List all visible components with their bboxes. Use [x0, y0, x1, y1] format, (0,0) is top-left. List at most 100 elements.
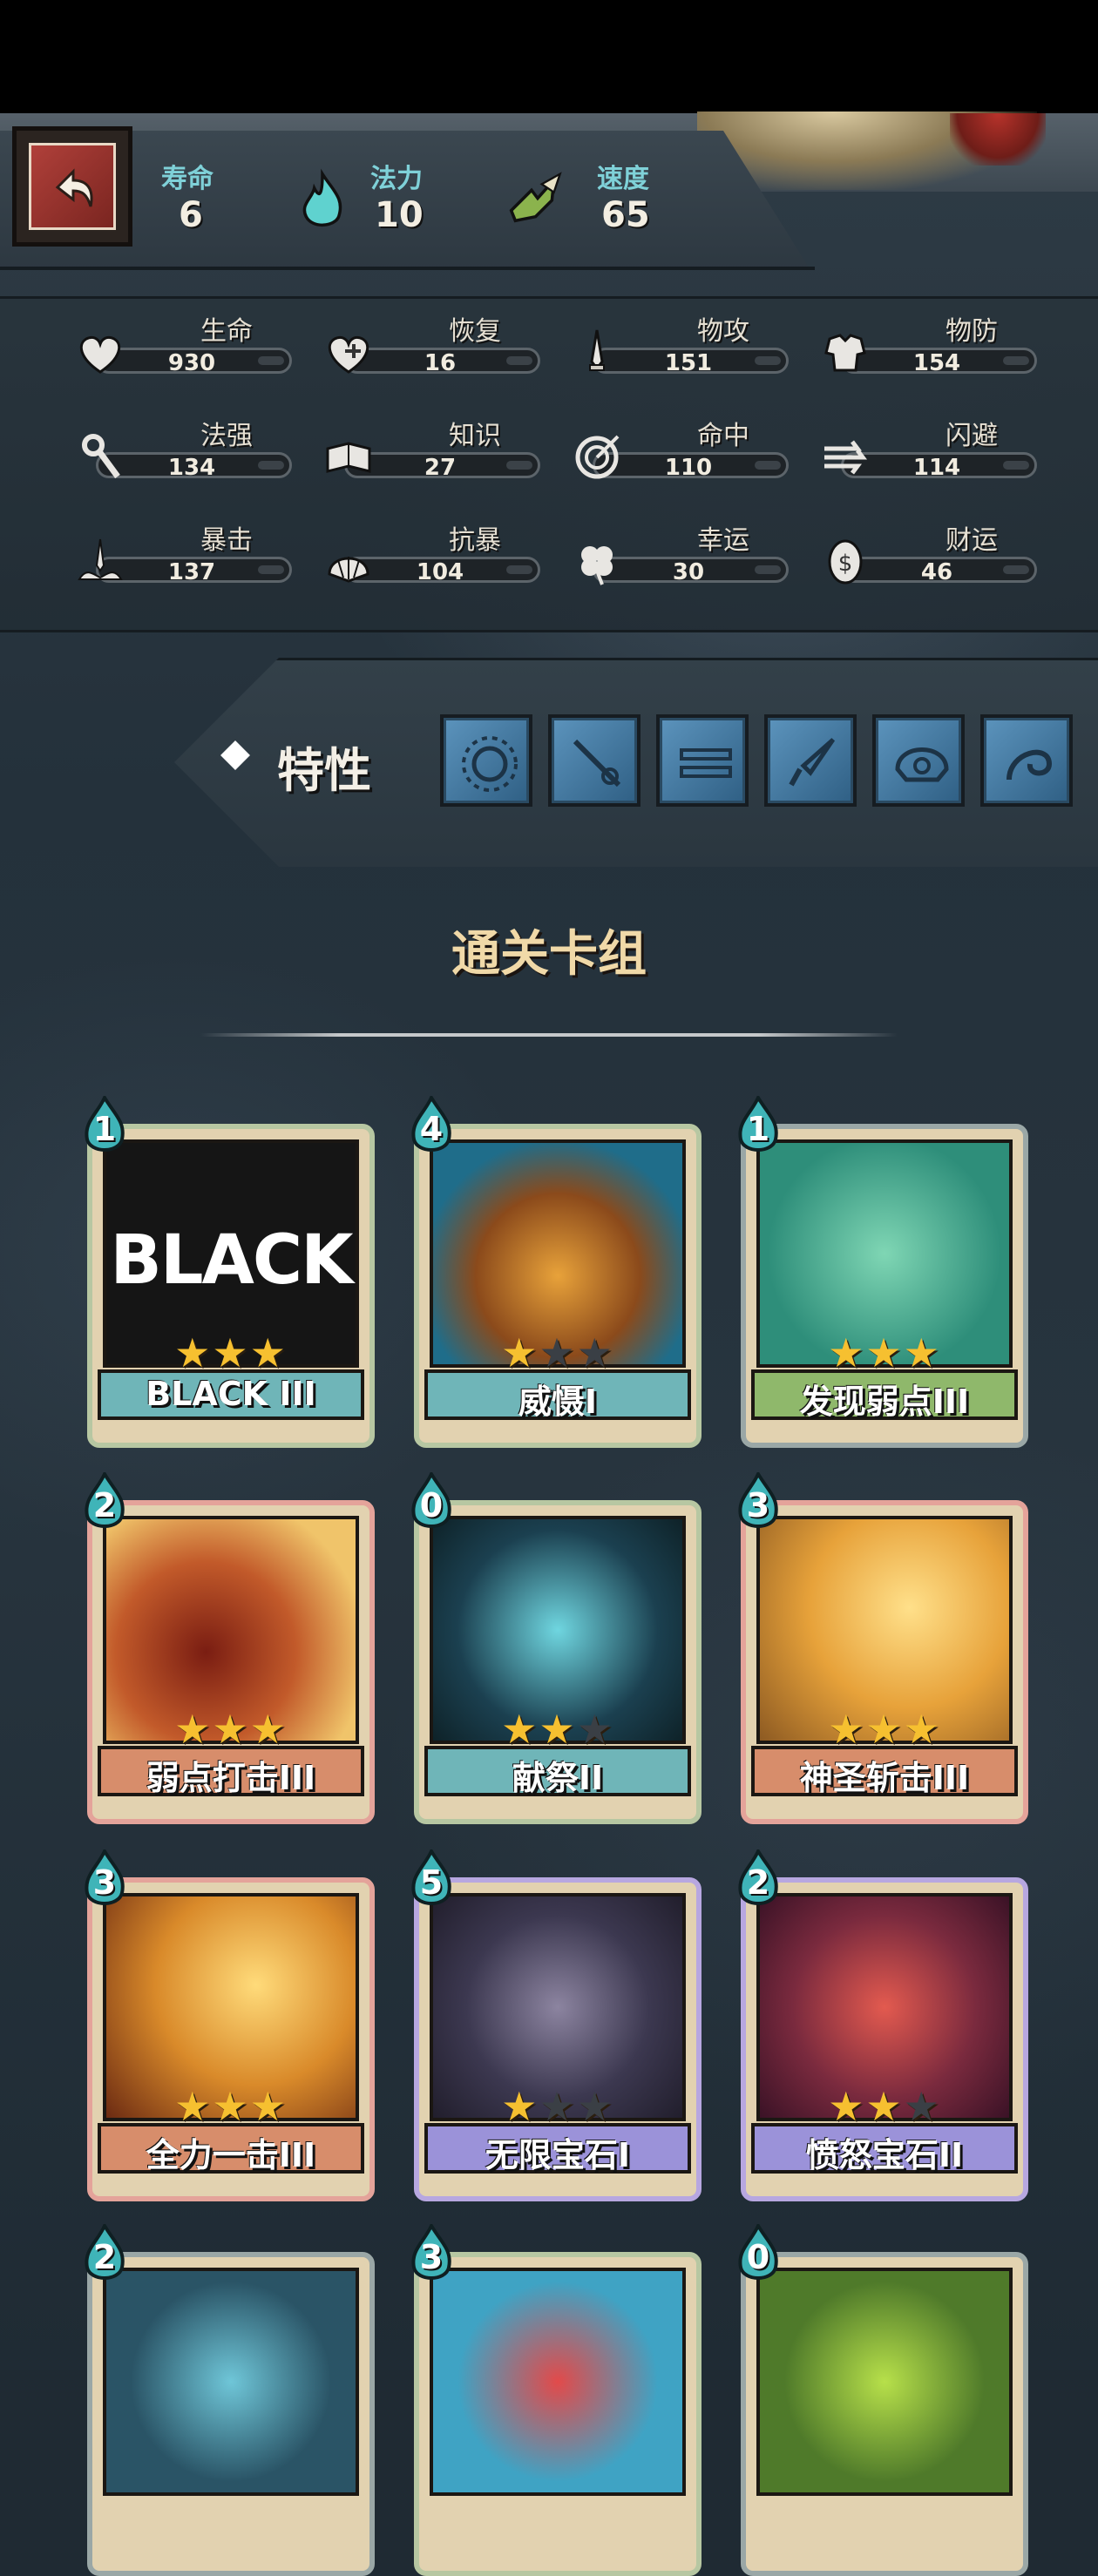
card-name: BLACK III — [146, 1375, 316, 1413]
star-filled-icon: ★ — [212, 1329, 250, 1376]
deck-card[interactable]: 发现弱点III ★★★ 1 — [738, 1093, 1028, 1448]
star-empty-icon: ★ — [576, 2083, 614, 2130]
stat-value: 46 — [920, 559, 953, 585]
star-filled-icon: ★ — [501, 2083, 539, 2130]
swirl-trait-icon — [1006, 749, 1053, 781]
stat-icon-wrap — [318, 431, 388, 483]
deck-title: 通关卡组 — [451, 926, 647, 983]
resource-label: 法力 — [370, 164, 423, 194]
mana-cost: 3 — [419, 2238, 444, 2276]
stat-heal-heart: 恢复 16 — [318, 309, 545, 379]
resource-value: 65 — [601, 195, 650, 235]
stat-value: 137 — [167, 559, 216, 585]
heart-icon — [79, 335, 121, 374]
clover-icon — [581, 546, 613, 585]
deck-card[interactable]: 2 — [85, 2221, 375, 2576]
stat-icon-wrap — [566, 431, 636, 483]
helmet-trait-icon — [895, 747, 949, 782]
star-filled-icon: ★ — [501, 1706, 539, 1753]
card-stars: ★★★ — [87, 2083, 375, 2130]
traits-label: 特性 — [277, 743, 371, 798]
deck-card[interactable]: 献祭II ★★★ 0 — [411, 1470, 702, 1824]
stat-icon-wrap — [70, 327, 139, 379]
black-logo: BLACK — [110, 1221, 353, 1300]
resource-value: 6 — [179, 195, 203, 235]
stat-book: 知识 27 — [318, 414, 545, 483]
stat-label: 幸运 — [697, 525, 749, 556]
resource-2: 速度 65 — [501, 157, 675, 244]
mana-flame-wrap — [292, 166, 353, 235]
winged-boot-wrap — [501, 166, 562, 235]
stat-value: 151 — [664, 350, 713, 376]
stat-label: 法强 — [200, 421, 253, 451]
card-name: 神圣斩击III — [799, 1759, 970, 1797]
star-filled-icon: ★ — [249, 1706, 288, 1753]
mana-cost: 3 — [746, 1486, 770, 1525]
deck-card[interactable]: 弱点打击III ★★★ 2 — [85, 1470, 375, 1824]
stat-heart: 生命 930 — [70, 309, 296, 379]
deck-divider — [200, 1033, 898, 1037]
mana-cost: 4 — [419, 1110, 444, 1148]
star-filled-icon: ★ — [249, 1329, 288, 1376]
deck-card[interactable]: 神圣斩击III ★★★ 3 — [738, 1470, 1028, 1824]
stat-staff: 法强 134 — [70, 414, 296, 483]
stat-label: 知识 — [449, 421, 501, 451]
stat-icon-wrap — [318, 327, 388, 379]
stat-value: 154 — [912, 350, 961, 376]
mana-flame-icon — [302, 168, 342, 227]
stat-icon-wrap — [318, 536, 388, 588]
book-icon — [326, 442, 371, 473]
mana-cost: 2 — [92, 1486, 117, 1525]
deck-card[interactable]: 全力一击III ★★★ 3 — [85, 1847, 375, 2201]
card-stars: ★★★ — [87, 1706, 375, 1753]
star-filled-icon: ★ — [828, 2083, 866, 2130]
trait-slot[interactable] — [980, 714, 1073, 807]
stat-target: 命中 110 — [566, 414, 793, 483]
card-art — [430, 2268, 686, 2496]
wand-trait-icon — [573, 739, 621, 788]
mana-cost: 3 — [92, 1863, 117, 1902]
mana-cost: 0 — [746, 2238, 770, 2276]
trait-slot[interactable] — [872, 714, 965, 807]
back-button-face — [29, 143, 116, 230]
stat-icon-wrap — [70, 536, 139, 588]
stat-label: 财运 — [946, 525, 998, 556]
sun-trait-icon — [462, 736, 518, 792]
trait-slot[interactable] — [440, 714, 532, 807]
deck-card[interactable]: 3 — [411, 2221, 702, 2576]
card-art — [756, 2268, 1013, 2496]
star-filled-icon: ★ — [174, 1329, 213, 1376]
svg-text:$: $ — [838, 551, 853, 577]
back-button[interactable] — [12, 126, 132, 247]
deck-card[interactable]: 愤怒宝石II ★★★ 2 — [738, 1847, 1028, 2201]
dagger-trait-icon — [789, 738, 836, 787]
stat-label: 抗暴 — [449, 525, 501, 556]
target-icon — [575, 435, 620, 479]
stat-label: 物攻 — [697, 316, 749, 347]
staff-icon — [82, 434, 120, 479]
star-filled-icon: ★ — [865, 2083, 904, 2130]
deck-card[interactable]: 威慑I ★★★ 4 — [411, 1093, 702, 1448]
resource-label: 寿命 — [161, 164, 214, 194]
card-name: 愤怒宝石II — [805, 2136, 964, 2174]
stat-sword: 物攻 151 — [566, 309, 793, 379]
stat-clover: 幸运 30 — [566, 518, 793, 588]
deck-card[interactable]: 无限宝石I ★★★ 5 — [411, 1847, 702, 2201]
sword-icon — [589, 329, 605, 371]
deck-card[interactable]: 0 — [738, 2221, 1028, 2576]
star-empty-icon: ★ — [576, 1706, 614, 1753]
winged-boot-icon — [509, 172, 562, 223]
mana-cost: 5 — [419, 1863, 444, 1902]
trait-slot[interactable] — [764, 714, 857, 807]
stat-icon-wrap — [566, 327, 636, 379]
deck-card[interactable]: BLACK BLACK III ★★★ 1 — [85, 1093, 375, 1448]
trait-slot[interactable] — [656, 714, 749, 807]
stat-value: 110 — [664, 455, 713, 481]
stat-icon-wrap — [566, 536, 636, 588]
card-stars: ★★★ — [414, 1329, 702, 1376]
trait-slot[interactable] — [548, 714, 640, 807]
shell-shield-icon — [328, 557, 369, 583]
stat-icon-wrap — [70, 431, 139, 483]
mana-cost: 2 — [92, 2238, 117, 2276]
stat-icon-wrap: $ — [815, 536, 884, 588]
